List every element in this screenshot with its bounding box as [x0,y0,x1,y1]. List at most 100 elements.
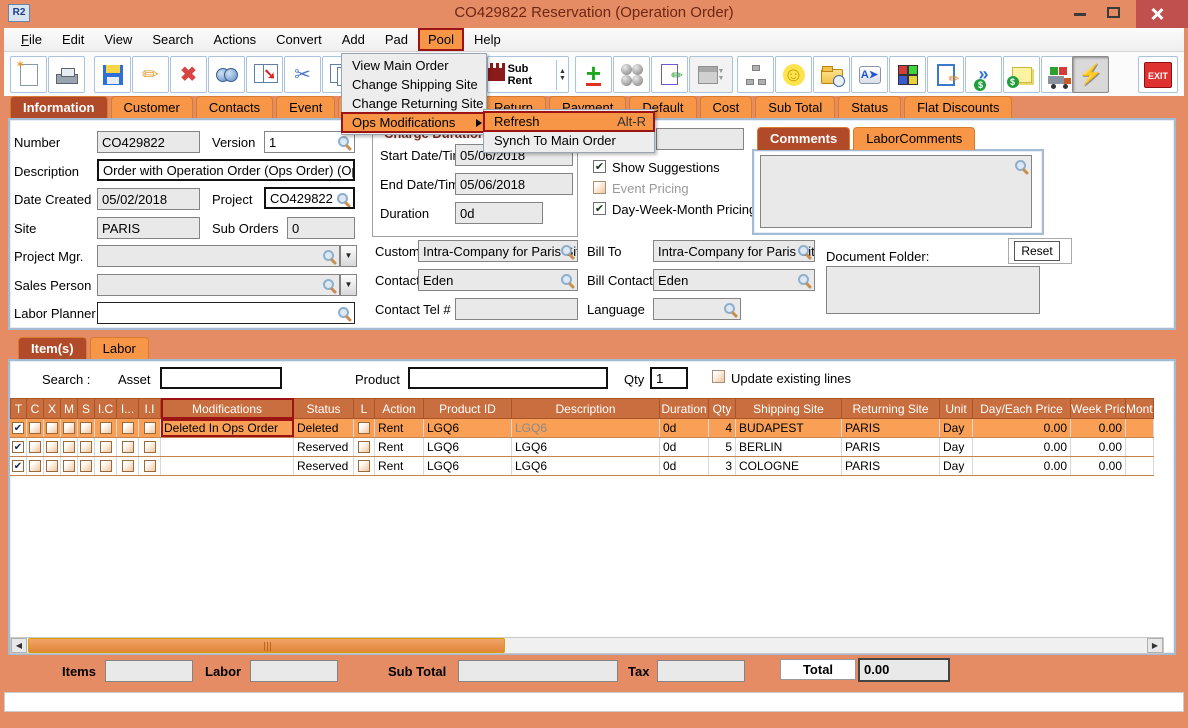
language-field[interactable] [653,298,741,320]
column-header-x[interactable]: X [44,398,61,419]
tab-contacts[interactable]: Contacts [196,96,273,119]
find-button[interactable] [208,56,245,93]
save-button[interactable] [94,56,131,93]
row-checkbox-ic[interactable] [100,441,112,453]
qty-input[interactable] [650,367,688,389]
menu-add[interactable]: Add [333,29,374,50]
quick-action-button[interactable]: ⚡ [1072,56,1109,93]
customer-button[interactable]: ☺ [775,56,812,93]
row-checkbox-l[interactable] [358,460,370,472]
sub-orders-field[interactable]: 0 [287,217,355,239]
labor-planner-field[interactable] [97,302,355,324]
menu-item-ops-modifications[interactable]: Ops Modifications [342,113,486,132]
event-pricing-checkbox[interactable] [593,181,606,194]
cell-shipping_site[interactable]: BERLIN [736,438,842,456]
row-checkbox-t[interactable] [12,422,24,434]
bill-contact-search-icon[interactable] [797,273,812,288]
language-search-icon[interactable] [723,302,738,317]
row-checkbox-ii[interactable] [144,422,156,434]
cell-duration[interactable]: 0d [660,438,709,456]
customer-field[interactable]: Intra-Company for Paris Site [418,240,578,262]
cell-unit[interactable]: Day [940,419,973,437]
row-checkbox-t[interactable] [12,441,24,453]
reset-button[interactable]: Reset [1014,241,1060,261]
number-field[interactable]: CO429822 [97,131,200,153]
row-checkbox-x[interactable] [46,460,58,472]
cell-week_price[interactable]: 0.00 [1071,457,1126,475]
cell-description[interactable]: LGQ6 [512,438,660,456]
row-checkbox-s[interactable] [80,441,92,453]
cell-returning_site[interactable]: PARIS [842,457,940,475]
date-created-field[interactable]: 05/02/2018 [97,188,200,210]
menu-item-change-shipping-site[interactable]: Change Shipping Site [342,75,486,94]
column-header-month_price[interactable]: Month Price [1126,398,1154,419]
version-search-icon[interactable] [337,135,352,150]
cut-button[interactable]: ✂ [284,56,321,93]
cell-action[interactable]: Rent [375,457,424,475]
cell-modifications[interactable]: Deleted In Ops Order [161,419,294,437]
sub-rent-spinner[interactable]: ▲▼ [556,60,568,90]
row-checkbox-x[interactable] [46,441,58,453]
product-cubes-button[interactable] [889,56,926,93]
column-header-c[interactable]: C [27,398,44,419]
cell-description[interactable]: LGQ6 [512,419,660,437]
menu-item-synch-to-main-order[interactable]: Synch To Main Order [484,131,654,150]
contact-tel-field[interactable] [455,298,578,320]
row-checkbox-idot[interactable] [122,441,134,453]
column-header-duration[interactable]: Duration [660,398,709,419]
tab-comments[interactable]: Comments [757,127,850,150]
project-field[interactable]: CO429822 [264,187,355,209]
menu-search[interactable]: Search [143,29,202,50]
calendar-button[interactable]: ▼▼ [689,56,733,93]
tab-status[interactable]: Status [838,96,901,119]
cell-unit[interactable]: Day [940,457,973,475]
tab-cost[interactable]: Cost [700,96,753,119]
row-checkbox-t[interactable] [12,460,24,472]
cell-modifications[interactable] [161,457,294,475]
tab-event[interactable]: Event [276,96,335,119]
cell-month_price[interactable] [1126,438,1154,456]
tab-customer[interactable]: Customer [111,96,193,119]
dwm-pricing-checkbox[interactable] [593,202,606,215]
menu-help[interactable]: Help [465,29,510,50]
site-field[interactable]: PARIS [97,217,200,239]
column-header-l[interactable]: L [354,398,375,419]
resource-groups-button[interactable] [613,56,650,93]
table-row[interactable]: ReservedRentLGQ6LGQ60d5BERLINPARISDay0.0… [10,438,1154,457]
cell-duration[interactable]: 0d [660,457,709,475]
customer-search-icon[interactable] [560,244,575,259]
column-header-product_id[interactable]: Product ID [424,398,512,419]
column-header-t[interactable]: T [10,398,27,419]
edit-button[interactable]: ✏ [132,56,169,93]
contact-field[interactable]: Eden [418,269,578,291]
row-checkbox-x[interactable] [46,422,58,434]
comments-search-icon[interactable] [1014,159,1029,174]
cell-week_price[interactable]: 0.00 [1071,419,1126,437]
menu-actions[interactable]: Actions [205,29,266,50]
sub-rent-button[interactable]: Sub Rent ▲▼ [487,56,569,93]
delete-button[interactable]: ✖ [170,56,207,93]
add-line-button[interactable]: + [575,56,612,93]
exit-button[interactable]: EXIT [1138,56,1178,93]
row-checkbox-idot[interactable] [122,422,134,434]
maximize-icon[interactable] [1107,7,1120,18]
column-header-s[interactable]: S [78,398,95,419]
cell-status[interactable]: Reserved [294,438,354,456]
labor-planner-search-icon[interactable] [337,306,352,321]
cell-duration[interactable]: 0d [660,419,709,437]
cell-shipping_site[interactable]: COLOGNE [736,457,842,475]
scroll-left-icon[interactable]: ◀ [11,638,27,653]
row-checkbox-ii[interactable] [144,441,156,453]
tab-items[interactable]: Item(s) [18,337,87,360]
row-checkbox-c[interactable] [29,460,41,472]
scrollbar-thumb[interactable] [28,638,505,653]
project-mgr-field[interactable] [97,245,340,267]
comments-textarea[interactable] [760,155,1032,228]
row-checkbox-c[interactable] [29,441,41,453]
contact-search-icon[interactable] [560,273,575,288]
menu-item-refresh[interactable]: RefreshAlt-R [484,112,654,131]
cell-returning_site[interactable]: PARIS [842,419,940,437]
cell-product_id[interactable]: LGQ6 [424,419,512,437]
copy-to-new-button[interactable] [246,56,283,93]
update-existing-checkbox[interactable] [712,370,725,383]
